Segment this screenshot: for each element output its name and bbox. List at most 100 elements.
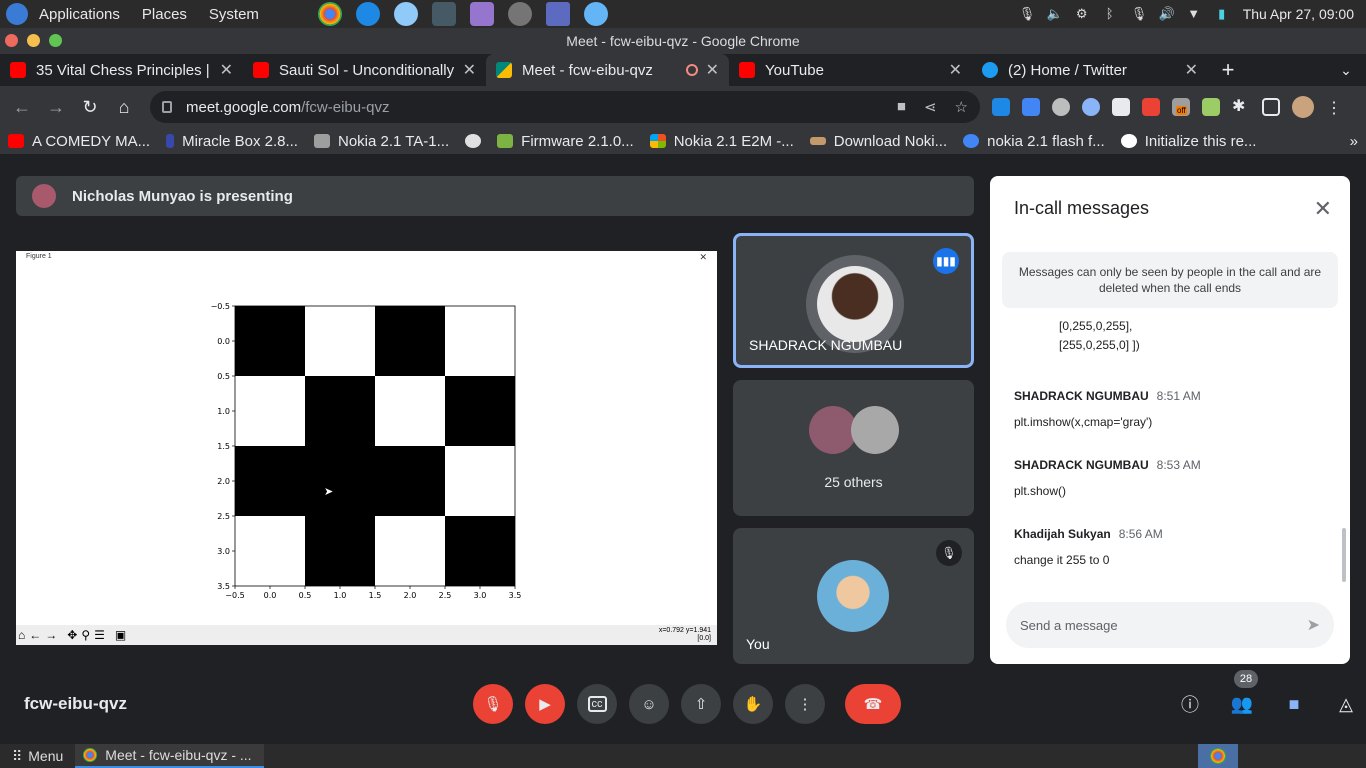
back-icon[interactable]: ← — [6, 97, 38, 118]
close-tab-icon[interactable]: ✕ — [220, 60, 233, 80]
extension-icon[interactable] — [1202, 98, 1220, 116]
settings-launcher-icon[interactable] — [507, 2, 532, 26]
message-sender: SHADRACK NGUMBAU — [1014, 389, 1149, 403]
code-line: [255,0,255,0] ]) — [1059, 338, 1140, 352]
chat-notice: Messages can only be seen by people in t… — [1002, 252, 1338, 308]
close-icon[interactable]: ✕ — [1314, 196, 1332, 222]
screenshot-launcher-icon[interactable] — [545, 2, 570, 26]
extension-icon[interactable] — [1142, 98, 1160, 116]
message-input[interactable]: Send a message ➤ — [1006, 602, 1334, 648]
extension-off-icon[interactable]: off — [1172, 98, 1190, 116]
text-editor-launcher-icon[interactable] — [469, 2, 494, 26]
activities-button[interactable]: ◬ — [1326, 684, 1366, 724]
translate-extension-icon[interactable] — [1022, 98, 1040, 116]
battery-icon[interactable]: ▮ — [1215, 7, 1229, 21]
present-button[interactable]: ⇧ — [681, 684, 721, 724]
bookmark-item[interactable]: Initialize this re... — [1113, 133, 1265, 150]
share-icon[interactable]: ⋖ — [924, 98, 937, 116]
home-icon: ⌂ — [18, 628, 26, 642]
people-button[interactable]: 28 👥 — [1222, 670, 1262, 724]
forward-icon[interactable]: → — [40, 97, 72, 118]
system-menu[interactable]: System — [198, 6, 270, 23]
search-extension-icon[interactable] — [1082, 98, 1100, 116]
participant-tile-you[interactable]: 🎙 You — [733, 528, 974, 664]
bookmark-item[interactable]: Firmware 2.1.0... — [489, 133, 642, 150]
microphone-icon[interactable]: 🎙 — [1019, 7, 1036, 21]
applications-menu[interactable]: Applications — [28, 6, 131, 23]
x-tick-label: 2.0 — [404, 591, 417, 600]
minimize-window-button[interactable] — [27, 34, 40, 47]
speaker-icon[interactable]: 🔊 — [1159, 7, 1175, 21]
chat-scrollbar[interactable] — [1342, 528, 1346, 582]
close-tab-icon[interactable]: ✕ — [1185, 60, 1198, 80]
close-tab-icon[interactable]: ✕ — [949, 60, 962, 80]
lock-icon[interactable] — [162, 101, 172, 113]
maximize-window-button[interactable] — [49, 34, 62, 47]
places-menu[interactable]: Places — [131, 6, 198, 23]
bookmark-star-icon[interactable]: ☆ — [955, 98, 968, 116]
heatmap-cell — [375, 446, 445, 516]
reload-icon[interactable]: ↻ — [74, 97, 106, 118]
wifi-icon[interactable]: ▼ — [1187, 7, 1201, 21]
home-icon[interactable]: ⌂ — [108, 97, 140, 118]
close-tab-icon[interactable]: ✕ — [706, 60, 719, 80]
tab-twitter[interactable]: (2) Home / Twitter ✕ — [972, 54, 1208, 86]
leave-call-button[interactable]: ☎ — [845, 684, 901, 724]
chrome-launcher-icon[interactable] — [317, 2, 342, 26]
camera-in-use-icon[interactable]: ■ — [897, 98, 906, 116]
grid-icon: ⠿ — [12, 747, 23, 764]
extension-icon[interactable] — [1112, 98, 1130, 116]
y-tick-label: 0.5 — [217, 372, 230, 381]
close-tab-icon[interactable]: ✕ — [463, 60, 476, 80]
tab-search-chevron-icon[interactable]: ⌄ — [1326, 54, 1366, 86]
heatmap-cell — [235, 376, 305, 446]
raise-hand-button[interactable]: ✋ — [733, 684, 773, 724]
start-menu-button[interactable]: ⠿ Menu — [0, 748, 75, 765]
extension-icon[interactable] — [992, 98, 1010, 116]
heatmap-cell — [235, 446, 305, 516]
remote-launcher-icon[interactable] — [355, 2, 380, 26]
tab-sauti-sol[interactable]: Sauti Sol - Unconditionally ✕ — [243, 54, 486, 86]
volume-icon[interactable]: 🔈 — [1047, 7, 1063, 21]
kebab-menu-icon[interactable]: ⋮ — [1326, 98, 1342, 117]
send-icon[interactable]: ➤ — [1307, 615, 1320, 635]
tab-youtube[interactable]: YouTube ✕ — [729, 54, 972, 86]
bluetooth-launcher-icon[interactable] — [393, 2, 418, 26]
side-panel-icon[interactable] — [1262, 98, 1280, 116]
bookmark-item[interactable]: Nokia 2.1 TA-1... — [306, 133, 457, 150]
participant-tile-shadrack[interactable]: ▮▮▮ SHADRACK NGUMBAU — [733, 233, 974, 368]
taskbar-window-item[interactable]: Meet - fcw-eibu-qvz - ... — [75, 744, 264, 768]
chat-button[interactable]: ■ — [1274, 684, 1314, 724]
meeting-details-button[interactable]: ⓘ — [1170, 684, 1210, 724]
bookmark-item[interactable] — [457, 134, 489, 148]
distro-logo-icon[interactable] — [6, 3, 28, 25]
microphone-muted-icon[interactable]: 🎙 — [1131, 7, 1148, 21]
clock[interactable]: Thu Apr 27, 09:00 — [1243, 6, 1354, 22]
bookmark-item[interactable]: Download Noki... — [802, 133, 955, 150]
mic-toggle-button[interactable]: 🎙 — [473, 684, 513, 724]
new-tab-button[interactable]: + — [1208, 54, 1248, 86]
profile-avatar[interactable] — [1292, 96, 1314, 118]
reactions-button[interactable]: ☺ — [629, 684, 669, 724]
bookmark-item[interactable]: Miracle Box 2.8... — [158, 133, 306, 150]
camera-toggle-button[interactable]: ▶ — [525, 684, 565, 724]
terminal-launcher-icon[interactable] — [431, 2, 456, 26]
more-options-button[interactable]: ⋮ — [785, 684, 825, 724]
settings-icon[interactable]: ⚙ — [1075, 7, 1089, 21]
captions-button[interactable]: cc — [577, 684, 617, 724]
more-bookmarks-icon[interactable]: » — [1342, 133, 1366, 150]
bluetooth-icon[interactable]: ᛒ — [1103, 7, 1117, 21]
workspace-indicator[interactable] — [1198, 744, 1238, 768]
bookmark-item[interactable]: A COMEDY MA... — [0, 133, 158, 150]
tab-chess[interactable]: 35 Vital Chess Principles | ✕ — [0, 54, 243, 86]
bookmark-item[interactable]: Nokia 2.1 E2M -... — [642, 133, 802, 150]
vpn-launcher-icon[interactable] — [583, 2, 608, 26]
participant-tile-others[interactable]: 25 others — [733, 380, 974, 516]
bookmark-item[interactable]: nokia 2.1 flash f... — [955, 133, 1113, 150]
tab-meet[interactable]: Meet - fcw-eibu-qvz ✕ — [486, 54, 729, 86]
address-bar[interactable]: meet.google.com/fcw-eibu-qvz ■ ⋖ ☆ — [150, 91, 980, 123]
chat-message: SHADRACK NGUMBAU 8:51 AM plt.imshow(x,cma… — [1014, 387, 1324, 429]
extension-icon[interactable] — [1052, 98, 1070, 116]
close-window-button[interactable] — [5, 34, 18, 47]
puzzle-extensions-icon[interactable]: ✱ — [1232, 98, 1250, 116]
